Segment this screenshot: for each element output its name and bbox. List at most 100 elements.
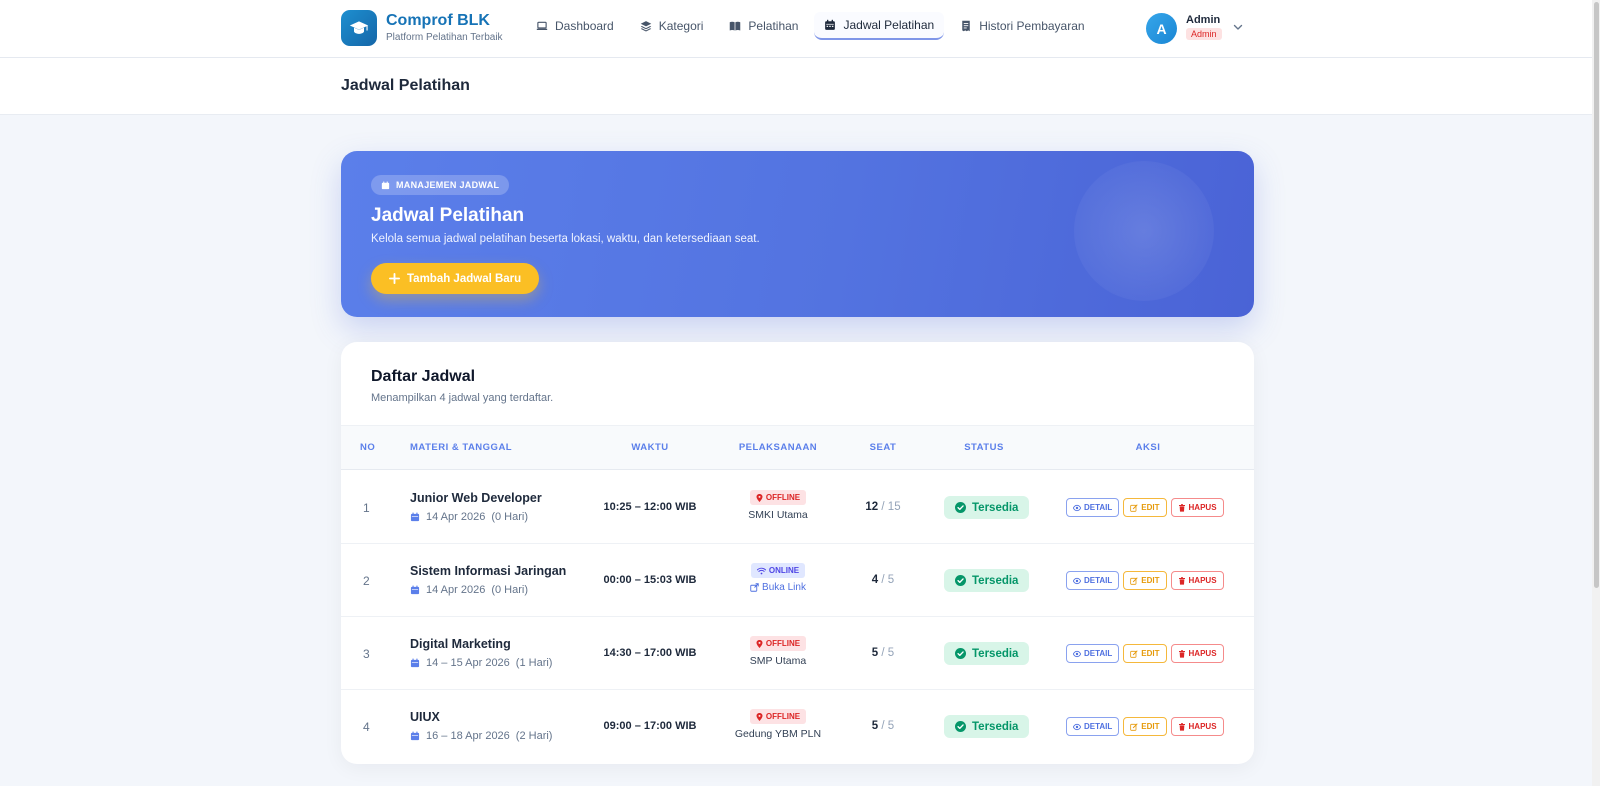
edit-button[interactable]: EDIT bbox=[1123, 498, 1167, 517]
delete-button[interactable]: HAPUS bbox=[1170, 717, 1224, 736]
nav-item-histori-pembayaran[interactable]: Histori Pembayaran bbox=[950, 12, 1094, 40]
detail-button[interactable]: DETAIL bbox=[1066, 498, 1120, 517]
schedule-time: 09:00 – 17:00 WIB bbox=[603, 720, 697, 732]
brand-name[interactable]: Comprof BLK bbox=[386, 12, 490, 30]
duration-text: (2 Hari) bbox=[515, 730, 553, 742]
main-nav: Dashboard Kategori Pelatihan Jadwal Pela… bbox=[526, 12, 1095, 40]
scrollbar-thumb[interactable] bbox=[1594, 2, 1599, 588]
edit-button[interactable]: EDIT bbox=[1123, 717, 1167, 736]
page-title: Jadwal Pelatihan bbox=[341, 77, 470, 94]
column-header-waktu: WAKTU bbox=[631, 442, 669, 453]
delete-button[interactable]: HAPUS bbox=[1170, 644, 1224, 663]
table-row: 1 Junior Web Developer 14 Apr 2026 (0 Ha… bbox=[341, 471, 1254, 544]
delete-button[interactable]: HAPUS bbox=[1170, 571, 1224, 590]
check-circle-icon bbox=[955, 502, 966, 513]
edit-icon bbox=[1130, 504, 1138, 512]
detail-button[interactable]: DETAIL bbox=[1066, 717, 1120, 736]
online-badge: ONLINE bbox=[750, 563, 806, 578]
edit-label: EDIT bbox=[1141, 722, 1160, 731]
nav-label: Kategori bbox=[658, 19, 704, 33]
row-actions: DETAIL EDIT HAPUS bbox=[1066, 717, 1224, 736]
wifi-icon bbox=[756, 567, 766, 574]
detail-button[interactable]: DETAIL bbox=[1066, 644, 1120, 663]
map-pin-icon bbox=[756, 493, 763, 502]
mode-label: ONLINE bbox=[768, 566, 800, 575]
nav-item-dashboard[interactable]: Dashboard bbox=[526, 12, 624, 40]
layers-icon bbox=[640, 21, 651, 32]
nav-label: Histori Pembayaran bbox=[979, 19, 1085, 33]
top-navbar: Comprof BLK Platform Pelatihan Terbaik D… bbox=[0, 0, 1600, 58]
hero-badge: MANAJEMEN JADWAL bbox=[371, 175, 510, 195]
calendar-icon bbox=[410, 512, 420, 522]
seat-total: / 5 bbox=[881, 720, 895, 732]
seat-total: / 5 bbox=[881, 574, 895, 586]
detail-button[interactable]: DETAIL bbox=[1066, 571, 1120, 590]
nav-item-kategori[interactable]: Kategori bbox=[630, 12, 714, 40]
column-header-seat: SEAT bbox=[869, 442, 897, 453]
row-number: 2 bbox=[363, 574, 370, 588]
seat-count: 12 / 15 bbox=[843, 501, 923, 513]
edit-label: EDIT bbox=[1141, 649, 1160, 658]
schedule-date: 14 Apr 2026 (0 Hari) bbox=[410, 584, 528, 596]
hero-description: Kelola semua jadwal pelatihan beserta lo… bbox=[371, 233, 760, 245]
course-name[interactable]: Digital Marketing bbox=[410, 637, 511, 651]
edit-button[interactable]: EDIT bbox=[1123, 644, 1167, 663]
calendar-icon bbox=[825, 19, 836, 30]
schedule-list-card: Daftar Jadwal Menampilkan 4 jadwal yang … bbox=[341, 342, 1254, 764]
delivery-mode: OFFLINE SMKI Utama bbox=[723, 490, 833, 521]
delete-button[interactable]: HAPUS bbox=[1170, 498, 1224, 517]
date-text: 16 – 18 Apr 2026 bbox=[426, 730, 510, 742]
schedule-date: 16 – 18 Apr 2026 (2 Hari) bbox=[410, 730, 552, 742]
delete-label: HAPUS bbox=[1188, 503, 1217, 512]
meeting-link[interactable]: Buka Link bbox=[750, 582, 806, 593]
seat-filled: 5 bbox=[871, 647, 879, 659]
hero-title: Jadwal Pelatihan bbox=[371, 205, 525, 226]
table-row: 3 Digital Marketing 14 – 15 Apr 2026 (1 … bbox=[341, 617, 1254, 690]
edit-label: EDIT bbox=[1141, 503, 1160, 512]
calendar-icon bbox=[410, 731, 420, 741]
detail-label: DETAIL bbox=[1084, 576, 1113, 585]
hero-banner: MANAJEMEN JADWAL Jadwal Pelatihan Kelola… bbox=[341, 151, 1254, 317]
date-text: 14 – 15 Apr 2026 bbox=[426, 657, 510, 669]
add-schedule-button[interactable]: Tambah Jadwal Baru bbox=[371, 263, 540, 294]
user-name[interactable]: Admin bbox=[1186, 14, 1220, 26]
avatar[interactable]: A bbox=[1146, 13, 1177, 44]
edit-icon bbox=[1130, 650, 1138, 658]
course-name[interactable]: Sistem Informasi Jaringan bbox=[410, 564, 566, 578]
status-badge: Tersedia bbox=[944, 642, 1030, 665]
check-circle-icon bbox=[955, 721, 966, 732]
seat-count: 4 / 5 bbox=[843, 574, 923, 586]
trash-icon bbox=[1178, 649, 1185, 658]
course-name[interactable]: Junior Web Developer bbox=[410, 491, 542, 505]
table-header: NO MATERI & TANGGAL WAKTU PELAKSANAAN SE… bbox=[341, 425, 1254, 470]
brand-logo[interactable] bbox=[341, 10, 377, 46]
row-actions: DETAIL EDIT HAPUS bbox=[1066, 571, 1224, 590]
duration-text: (0 Hari) bbox=[491, 511, 529, 523]
column-header-pelaksanaan: PELAKSANAAN bbox=[738, 442, 818, 453]
nav-item-jadwal-pelatihan[interactable]: Jadwal Pelatihan bbox=[814, 12, 945, 40]
link-label: Buka Link bbox=[762, 582, 806, 593]
chevron-down-icon[interactable] bbox=[1232, 21, 1244, 33]
row-number: 1 bbox=[363, 501, 370, 515]
plus-icon bbox=[389, 273, 400, 284]
list-subtitle: Menampilkan 4 jadwal yang terdaftar. bbox=[371, 392, 554, 404]
status-badge: Tersedia bbox=[944, 715, 1030, 738]
nav-item-pelatihan[interactable]: Pelatihan bbox=[719, 12, 808, 40]
edit-button[interactable]: EDIT bbox=[1123, 571, 1167, 590]
edit-icon bbox=[1130, 577, 1138, 585]
mode-label: OFFLINE bbox=[765, 712, 801, 721]
trash-icon bbox=[1178, 503, 1185, 512]
course-name[interactable]: UIUX bbox=[410, 710, 440, 724]
location-text: Gedung YBM PLN bbox=[734, 728, 822, 740]
duration-text: (1 Hari) bbox=[515, 657, 553, 669]
location-text: SMKI Utama bbox=[748, 509, 808, 521]
edit-icon bbox=[1130, 723, 1138, 731]
schedule-date: 14 – 15 Apr 2026 (1 Hari) bbox=[410, 657, 552, 669]
column-header-aksi: AKSI bbox=[1135, 442, 1161, 453]
delivery-mode: OFFLINE SMP Utama bbox=[723, 636, 833, 667]
offline-badge: OFFLINE bbox=[749, 709, 807, 724]
page-header: Jadwal Pelatihan bbox=[0, 58, 1600, 115]
delivery-mode: OFFLINE Gedung YBM PLN bbox=[723, 709, 833, 740]
user-role-badge: Admin bbox=[1186, 28, 1222, 40]
delete-label: HAPUS bbox=[1188, 722, 1217, 731]
